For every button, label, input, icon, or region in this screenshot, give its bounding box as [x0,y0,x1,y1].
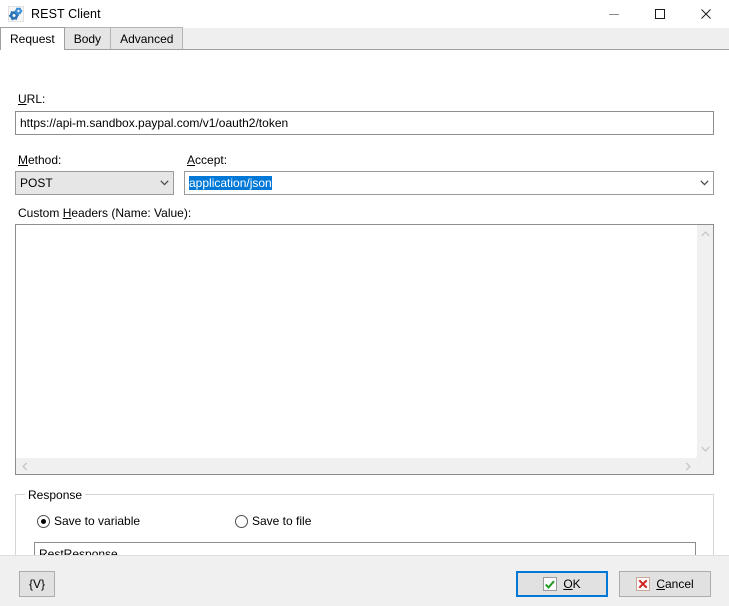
minimize-button[interactable] [591,0,637,28]
ok-button-label: OK [563,577,580,591]
custom-headers-textarea[interactable] [15,224,714,475]
radio-save-to-variable-label: Save to variable [54,514,141,528]
radio-save-to-file-label: Save to file [252,514,312,528]
custom-headers-label-rest: eaders (Name: Value): [71,206,192,220]
method-label-accel: M [18,153,28,167]
window-controls [591,0,729,28]
radio-unselected-icon[interactable] [235,514,248,528]
insert-variable-label: {V} [28,577,46,591]
tab-advanced-label: Advanced [120,31,174,46]
close-button[interactable] [683,0,729,28]
url-label-rest: RL: [26,92,46,106]
title-bar: REST Client [0,0,729,28]
scroll-down-icon[interactable] [697,440,713,457]
chevron-down-icon[interactable] [696,180,713,186]
cancel-label-accel: C [656,577,665,591]
url-input[interactable]: https://api-m.sandbox.paypal.com/v1/oaut… [15,111,714,135]
radio-save-to-variable[interactable]: Save to variable [37,514,140,528]
accept-label-accel: A [187,153,196,167]
headers-vertical-scrollbar[interactable] [696,225,713,457]
scroll-up-icon[interactable] [697,225,713,242]
url-label: URL: [18,92,45,106]
method-select-value: POST [20,176,53,190]
insert-variable-button[interactable]: {V} [19,571,55,597]
tab-body[interactable]: Body [63,27,112,49]
accept-combobox[interactable]: application/json [184,171,714,195]
tab-advanced[interactable]: Advanced [110,27,184,49]
cancel-label-rest: ancel [664,577,694,591]
ok-label-accel: O [563,577,573,591]
maximize-button[interactable] [637,0,683,28]
scroll-right-icon[interactable] [679,458,696,474]
ok-button[interactable]: OK [516,571,608,597]
tab-request[interactable]: Request [0,27,65,50]
method-label: Method: [18,153,61,167]
check-icon [543,577,558,591]
method-label-rest: ethod: [28,153,62,167]
chevron-down-icon [156,180,173,186]
tab-strip: Request Body Advanced [0,27,729,50]
response-group-title: Response [25,488,86,502]
accept-label-rest: ccept: [195,153,228,167]
rest-client-window: REST Client Request Body Advanced URL: h… [0,0,729,606]
red-x-icon [636,577,651,591]
window-title: REST Client [31,7,101,21]
tab-request-label: Request [10,32,55,46]
tab-body-label: Body [73,31,102,46]
cancel-button[interactable]: Cancel [619,571,711,597]
custom-headers-label: Custom Headers (Name: Value): [18,206,191,220]
radio-save-to-file[interactable]: Save to file [235,514,311,528]
request-panel: URL: https://api-m.sandbox.paypal.com/v1… [0,50,729,575]
scroll-left-icon[interactable] [16,458,33,474]
accept-selected-text: application/json [189,176,272,190]
dialog-footer: {V} OK Cancel [0,555,729,606]
headers-horizontal-scrollbar[interactable] [16,457,696,474]
custom-headers-text[interactable] [16,225,713,474]
custom-headers-label-pre: Custom [18,206,63,220]
gears-icon [7,5,25,23]
scrollbar-corner [696,457,713,474]
accept-combobox-value: application/json [185,176,696,190]
radio-selected-icon[interactable] [37,514,50,528]
method-select[interactable]: POST [15,171,174,195]
cancel-button-label: Cancel [656,577,693,591]
ok-label-rest: K [572,577,581,591]
url-input-value: https://api-m.sandbox.paypal.com/v1/oaut… [20,116,289,130]
accept-label: Accept: [187,153,227,167]
url-label-accel: U [18,92,27,106]
